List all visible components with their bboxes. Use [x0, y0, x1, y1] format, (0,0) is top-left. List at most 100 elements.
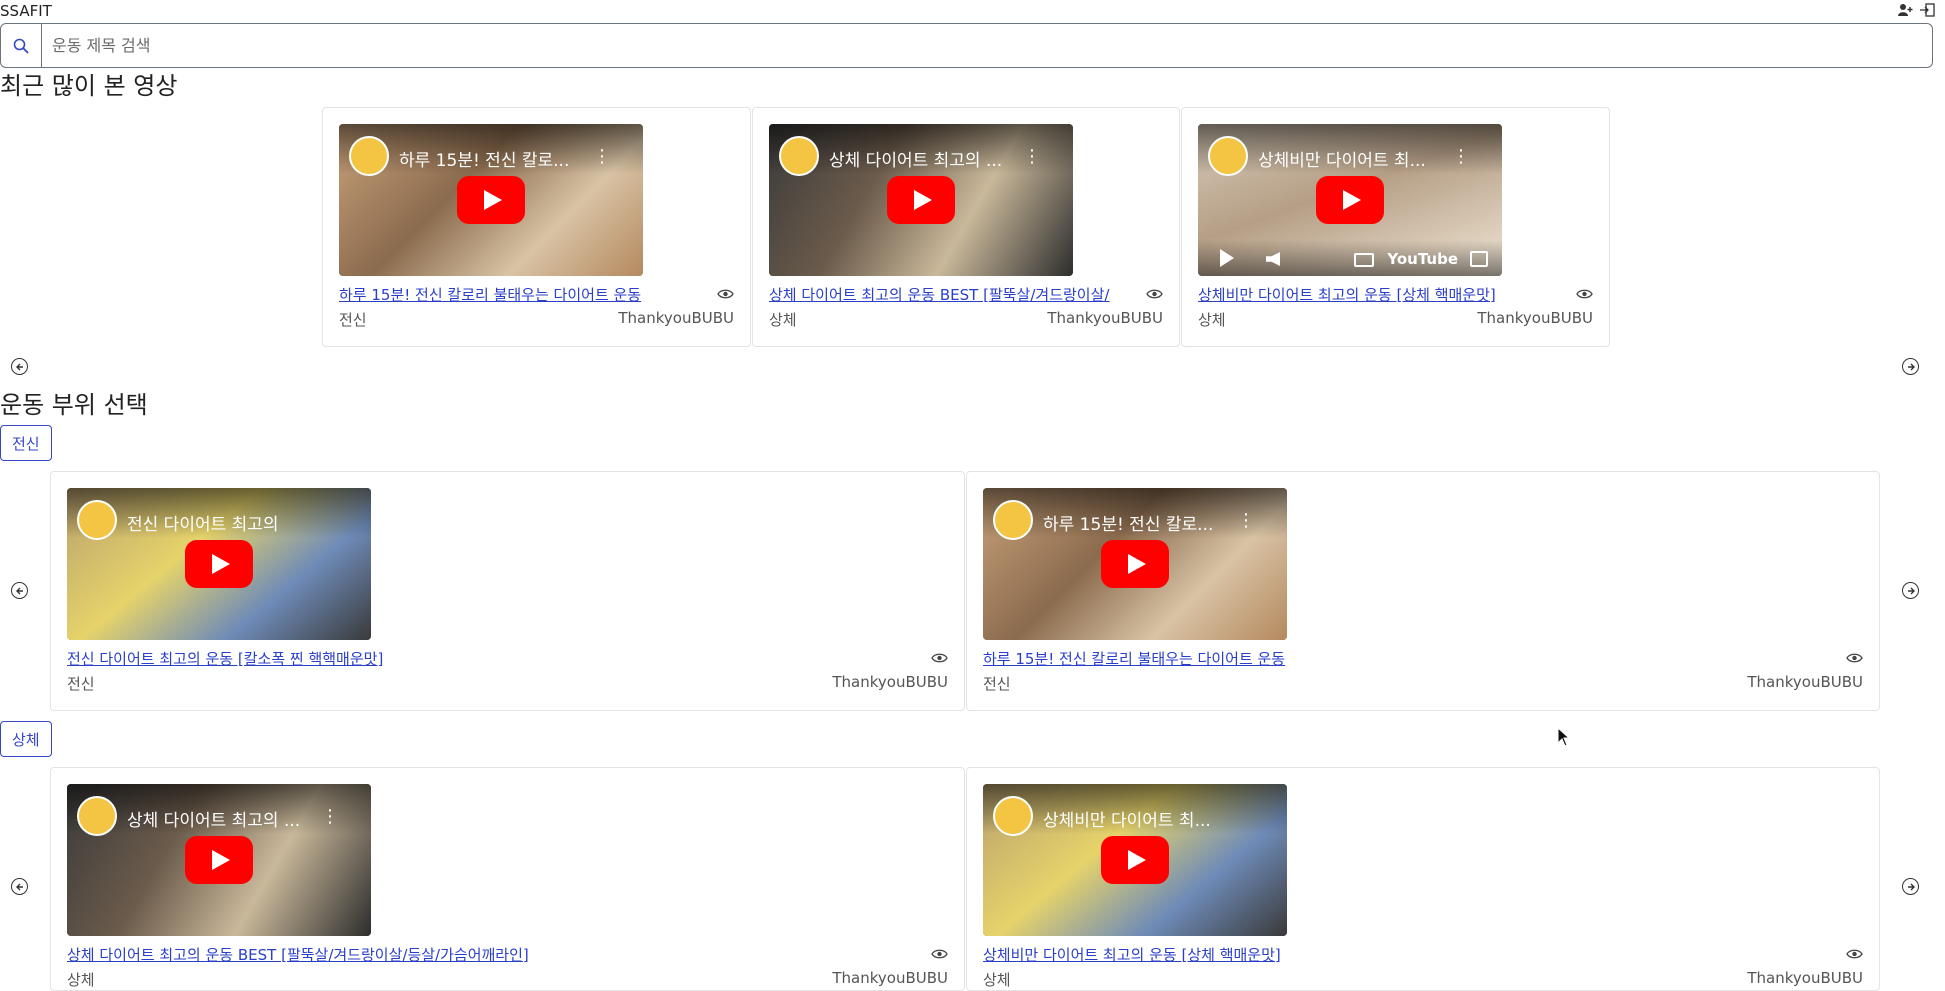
arrow-right-icon: [1907, 363, 1915, 370]
play-icon[interactable]: [185, 836, 253, 884]
arrow-left-icon: [15, 883, 23, 890]
arrow-left-icon: [15, 363, 23, 370]
play-icon[interactable]: [457, 176, 525, 224]
thumbnail-title: 하루 15분! 전신 칼로...: [399, 151, 570, 171]
eye-icon: [1846, 653, 1863, 663]
video-title-link[interactable]: 상체비만 다이어트 최고의 운동 [상체 핵매운맛]: [983, 944, 1583, 965]
video-channel: ThankyouBUBU: [832, 673, 948, 691]
fullscreen-icon[interactable]: [1470, 251, 1488, 267]
recent-prev-arrow[interactable]: [11, 358, 28, 375]
player-controls: YouTube: [1198, 240, 1502, 276]
video-card[interactable]: 하루 15분! 전신 칼로... ⋮ 하루 15분! 전신 칼로리 불태우는 다…: [966, 471, 1880, 711]
video-card[interactable]: 상체 다이어트 최고의 ... ⋮ 상체 다이어트 최고의 운동 BEST [팔…: [752, 107, 1180, 347]
eye-icon: [1146, 289, 1163, 299]
captions-icon[interactable]: [1354, 253, 1374, 267]
video-title-link[interactable]: 하루 15분! 전신 칼로리 불태우는 다이어트 운동: [983, 648, 1583, 669]
recent-section-title: 최근 많이 본 영상: [0, 72, 178, 100]
video-title-link[interactable]: 상체 다이어트 최고의 운동 BEST [팔뚝살/겨드랑이살/: [769, 284, 1129, 305]
video-card[interactable]: 상체비만 다이어트 최... 상체비만 다이어트 최고의 운동 [상체 핵매운맛…: [966, 767, 1880, 991]
video-thumbnail[interactable]: 상체 다이어트 최고의 ... ⋮: [769, 124, 1073, 276]
video-channel: ThankyouBUBU: [1747, 969, 1863, 987]
part-button-upper-body[interactable]: 상체: [0, 721, 52, 757]
eye-icon: [1846, 949, 1863, 959]
thumbnail-title: 상체 다이어트 최고의 ...: [127, 811, 301, 831]
thumbnail-title: 전신 다이어트 최고의: [127, 515, 279, 535]
top-icons: [1897, 3, 1935, 17]
video-thumbnail[interactable]: 전신 다이어트 최고의: [67, 488, 371, 640]
video-title-link[interactable]: 상체비만 다이어트 최고의 운동 [상체 핵매운맛]: [1198, 284, 1538, 305]
video-part: 상체: [983, 971, 1011, 989]
more-options-icon[interactable]: ⋮: [593, 146, 611, 167]
eye-icon: [1576, 289, 1593, 299]
video-card[interactable]: 하루 15분! 전신 칼로... ⋮ 하루 15분! 전신 칼로리 불태우는 다…: [322, 107, 751, 347]
channel-avatar: [993, 796, 1033, 836]
arrow-left-icon: [15, 587, 23, 594]
thumbnail-title: 상체비만 다이어트 최...: [1258, 151, 1426, 171]
video-title-link[interactable]: 상체 다이어트 최고의 운동 BEST [팔뚝살/겨드랑이살/등살/가슴어깨라인…: [67, 944, 667, 965]
parts-section-title: 운동 부위 선택: [0, 391, 148, 419]
channel-avatar: [349, 136, 389, 176]
video-title-link[interactable]: 하루 15분! 전신 칼로리 불태우는 다이어트 운동: [339, 284, 679, 305]
mouse-cursor-icon: [1557, 727, 1571, 747]
eye-icon: [931, 949, 948, 959]
youtube-logo[interactable]: YouTube: [1387, 250, 1458, 268]
more-options-icon[interactable]: ⋮: [321, 806, 339, 827]
video-channel: ThankyouBUBU: [832, 969, 948, 987]
channel-avatar: [779, 136, 819, 176]
more-options-icon[interactable]: ⋮: [1237, 510, 1255, 531]
video-card[interactable]: 상체비만 다이어트 최... ⋮ YouTube 상체비만 다이어트 최고의 운…: [1181, 107, 1610, 347]
thumbnail-title: 상체 다이어트 최고의 ...: [829, 151, 1003, 171]
channel-avatar: [993, 500, 1033, 540]
video-thumbnail[interactable]: 하루 15분! 전신 칼로... ⋮: [339, 124, 643, 276]
search-button[interactable]: [0, 23, 42, 68]
arrow-right-icon: [1907, 587, 1915, 594]
search-input[interactable]: [42, 23, 1933, 68]
video-part: 전신: [67, 675, 95, 693]
arrow-right-icon: [1907, 883, 1915, 890]
recent-next-arrow[interactable]: [1902, 358, 1919, 375]
whole-body-next-arrow[interactable]: [1902, 582, 1919, 599]
video-thumbnail[interactable]: 상체비만 다이어트 최... ⋮ YouTube: [1198, 124, 1502, 276]
channel-avatar: [77, 500, 117, 540]
video-card[interactable]: 상체 다이어트 최고의 ... ⋮ 상체 다이어트 최고의 운동 BEST [팔…: [50, 767, 965, 991]
video-part: 전신: [983, 675, 1011, 693]
channel-avatar: [77, 796, 117, 836]
video-card[interactable]: 전신 다이어트 최고의 전신 다이어트 최고의 운동 [칼소폭 찐 핵핵매운맛]…: [50, 471, 965, 711]
top-bar: SSAFIT: [0, 0, 1945, 22]
video-channel: ThankyouBUBU: [618, 309, 734, 327]
play-icon[interactable]: [1316, 176, 1384, 224]
video-part: 상체: [1198, 311, 1226, 329]
play-icon[interactable]: [1101, 540, 1169, 588]
eye-icon: [717, 289, 734, 299]
play-icon[interactable]: [887, 176, 955, 224]
video-thumbnail[interactable]: 상체비만 다이어트 최...: [983, 784, 1287, 936]
upper-body-prev-arrow[interactable]: [11, 878, 28, 895]
video-channel: ThankyouBUBU: [1747, 673, 1863, 691]
volume-icon[interactable]: [1266, 252, 1280, 266]
video-part: 상체: [769, 311, 797, 329]
player-play-icon[interactable]: [1220, 249, 1234, 267]
more-options-icon[interactable]: ⋮: [1023, 146, 1041, 167]
video-part: 전신: [339, 311, 367, 329]
video-part: 상체: [67, 971, 95, 989]
play-icon[interactable]: [185, 540, 253, 588]
more-options-icon[interactable]: ⋮: [1452, 146, 1470, 167]
part-button-whole-body[interactable]: 전신: [0, 425, 52, 461]
whole-body-prev-arrow[interactable]: [11, 582, 28, 599]
video-title-link[interactable]: 전신 다이어트 최고의 운동 [칼소폭 찐 핵핵매운맛]: [67, 648, 667, 669]
play-icon[interactable]: [1101, 836, 1169, 884]
brand-logo[interactable]: SSAFIT: [0, 2, 52, 20]
eye-icon: [931, 653, 948, 663]
video-channel: ThankyouBUBU: [1477, 309, 1593, 327]
channel-avatar: [1208, 136, 1248, 176]
thumbnail-title: 하루 15분! 전신 칼로...: [1043, 515, 1214, 535]
video-channel: ThankyouBUBU: [1047, 309, 1163, 327]
search-icon: [13, 38, 29, 54]
video-thumbnail[interactable]: 상체 다이어트 최고의 ... ⋮: [67, 784, 371, 936]
thumbnail-title: 상체비만 다이어트 최...: [1043, 811, 1211, 831]
upper-body-next-arrow[interactable]: [1902, 878, 1919, 895]
search-bar: [0, 23, 1933, 68]
video-thumbnail[interactable]: 하루 15분! 전신 칼로... ⋮: [983, 488, 1287, 640]
logout-icon[interactable]: [1919, 3, 1935, 17]
user-add-icon[interactable]: [1897, 3, 1913, 17]
